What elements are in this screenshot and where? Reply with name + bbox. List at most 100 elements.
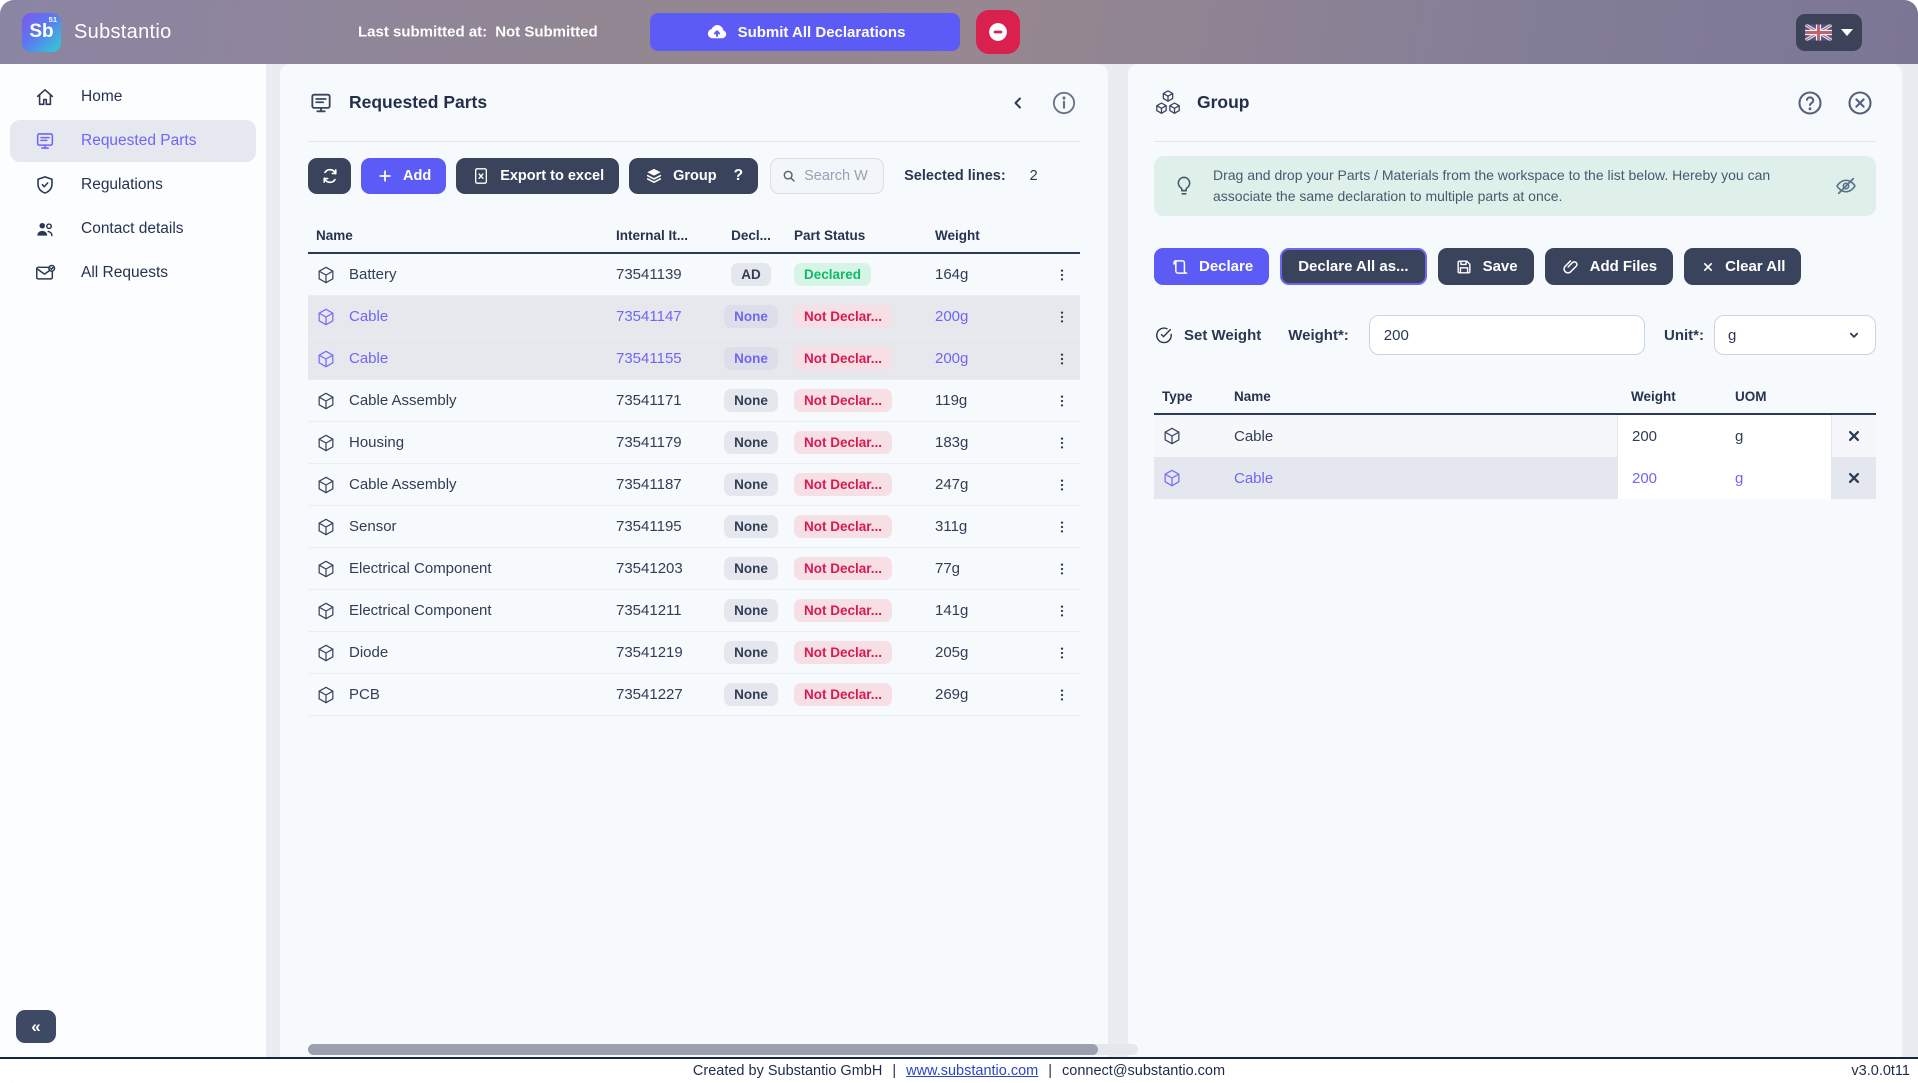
row-menu-button[interactable] (1044, 434, 1080, 452)
last-submitted-label: Last submitted at: (358, 24, 487, 41)
language-selector[interactable] (1796, 14, 1862, 51)
app-logo: Sb 51 (22, 13, 61, 52)
sidebar-item-contact-details[interactable]: Contact details (10, 208, 256, 250)
export-to-excel-button[interactable]: Export to excel (456, 158, 619, 194)
save-button[interactable]: Save (1438, 248, 1534, 285)
table-row[interactable]: Housing 73541179 None Not Declar... 183g (308, 422, 1080, 464)
part-cube-icon (316, 433, 336, 453)
row-menu-button[interactable] (1044, 392, 1080, 410)
question-circle-icon (1796, 89, 1824, 117)
add-button[interactable]: Add (361, 158, 446, 194)
group-uom-cell[interactable]: g (1727, 415, 1832, 457)
info-button[interactable] (1050, 89, 1078, 117)
row-menu-button[interactable] (1044, 266, 1080, 284)
kebab-icon (1053, 560, 1071, 578)
row-menu-button[interactable] (1044, 644, 1080, 662)
group-button[interactable]: Group ? (629, 158, 758, 194)
part-weight: 164g (915, 266, 1010, 283)
sidebar-collapse-button[interactable]: « (16, 1010, 56, 1043)
hide-hint-button[interactable] (1834, 174, 1858, 198)
selected-lines-label: Selected lines: (904, 168, 1006, 184)
clear-all-button[interactable]: Clear All (1684, 248, 1801, 285)
search-box[interactable] (770, 158, 884, 194)
part-weight: 77g (915, 560, 1010, 577)
search-input[interactable] (804, 168, 878, 184)
row-menu-button[interactable] (1044, 476, 1080, 494)
stop-submission-button[interactable] (976, 10, 1020, 54)
part-weight: 200g (915, 350, 1010, 367)
table-row[interactable]: Cable 73541147 None Not Declar... 200g (308, 296, 1080, 338)
group-uom-cell[interactable]: g (1727, 457, 1832, 499)
parts-table-body: Battery 73541139 AD Declared 164g Cable … (308, 254, 1080, 716)
save-label: Save (1483, 258, 1518, 275)
part-status-badge: Not Declar... (794, 305, 892, 329)
sidebar-item-regulations[interactable]: Regulations (10, 164, 256, 206)
declare-all-as-button[interactable]: Declare All as... (1280, 248, 1426, 285)
part-name: Electrical Component (349, 602, 492, 619)
paperclip-icon (1561, 257, 1581, 277)
column-name: Name (1234, 389, 1617, 404)
table-row[interactable]: PCB 73541227 None Not Declar... 269g (308, 674, 1080, 716)
refresh-button[interactable] (308, 158, 351, 194)
part-name: Battery (349, 266, 397, 283)
table-row[interactable]: Sensor 73541195 None Not Declar... 311g (308, 506, 1080, 548)
part-weight: 269g (915, 686, 1010, 703)
table-row[interactable]: Electrical Component 73541211 None Not D… (308, 590, 1080, 632)
table-row[interactable]: Electrical Component 73541203 None Not D… (308, 548, 1080, 590)
table-row[interactable]: Cable Assembly 73541187 None Not Declar.… (308, 464, 1080, 506)
weight-input[interactable] (1369, 315, 1645, 355)
column-internal-item[interactable]: Internal It... (600, 228, 712, 243)
group-part-name: Cable (1234, 470, 1617, 487)
column-part-status[interactable]: Part Status (790, 228, 915, 243)
row-menu-button[interactable] (1044, 686, 1080, 704)
selected-lines: Selected lines:2 (904, 168, 1038, 184)
table-row[interactable]: Diode 73541219 None Not Declar... 205g (308, 632, 1080, 674)
column-name[interactable]: Name (308, 228, 600, 243)
internal-item-number: 73541171 (600, 392, 712, 409)
table-row[interactable]: Battery 73541139 AD Declared 164g (308, 254, 1080, 296)
sidebar-item-label: Requested Parts (81, 132, 196, 150)
part-weight: 247g (915, 476, 1010, 493)
sidebar-item-all-requests[interactable]: All Requests (10, 252, 256, 294)
topbar: Sb 51 Substantio Last submitted at: Not … (0, 0, 1918, 64)
row-menu-button[interactable] (1044, 308, 1080, 326)
column-uom: UOM (1727, 389, 1832, 404)
group-close-button[interactable] (1846, 89, 1874, 117)
sidebar-item-home[interactable]: Home (10, 76, 256, 118)
group-table-header: Type Name Weight UOM (1154, 379, 1876, 415)
footer-website-link[interactable]: www.substantio.com (906, 1063, 1038, 1079)
submit-all-declarations-button[interactable]: Submit All Declarations (650, 13, 960, 51)
part-weight: 119g (915, 392, 1010, 409)
declare-button[interactable]: Declare (1154, 248, 1269, 285)
horizontal-scrollbar[interactable] (308, 1044, 1138, 1055)
group-weight-cell[interactable]: 200 (1617, 415, 1727, 457)
group-row[interactable]: Cable 200 g (1154, 457, 1876, 499)
sidebar-item-requested-parts[interactable]: Requested Parts (10, 120, 256, 162)
group-help-icon[interactable]: ? (734, 167, 743, 185)
column-declaration[interactable]: Decl... (712, 228, 790, 243)
group-help-button[interactable] (1796, 89, 1824, 117)
row-menu-button[interactable] (1044, 602, 1080, 620)
internal-item-number: 73541195 (600, 518, 712, 535)
part-cube-icon (316, 307, 336, 327)
collapse-panel-button[interactable] (1008, 93, 1028, 113)
column-weight: Weight (1617, 389, 1727, 404)
row-menu-button[interactable] (1044, 350, 1080, 368)
footer-separator: | (892, 1063, 896, 1079)
set-weight-label: Set Weight (1184, 327, 1261, 344)
group-row[interactable]: Cable 200 g (1154, 415, 1876, 457)
add-files-button[interactable]: Add Files (1545, 248, 1674, 285)
remove-from-group-button[interactable] (1832, 469, 1876, 487)
table-row[interactable]: Cable Assembly 73541171 None Not Declar.… (308, 380, 1080, 422)
unit-select[interactable]: g (1714, 315, 1876, 355)
part-cube-icon (316, 349, 336, 369)
add-files-label: Add Files (1590, 258, 1658, 275)
row-menu-button[interactable] (1044, 518, 1080, 536)
remove-from-group-button[interactable] (1832, 427, 1876, 445)
table-row[interactable]: Cable 73541155 None Not Declar... 200g (308, 338, 1080, 380)
kebab-icon (1053, 434, 1071, 452)
scrollbar-thumb[interactable] (308, 1044, 1098, 1055)
row-menu-button[interactable] (1044, 560, 1080, 578)
column-weight[interactable]: Weight (915, 228, 1010, 243)
group-weight-cell[interactable]: 200 (1617, 457, 1727, 499)
